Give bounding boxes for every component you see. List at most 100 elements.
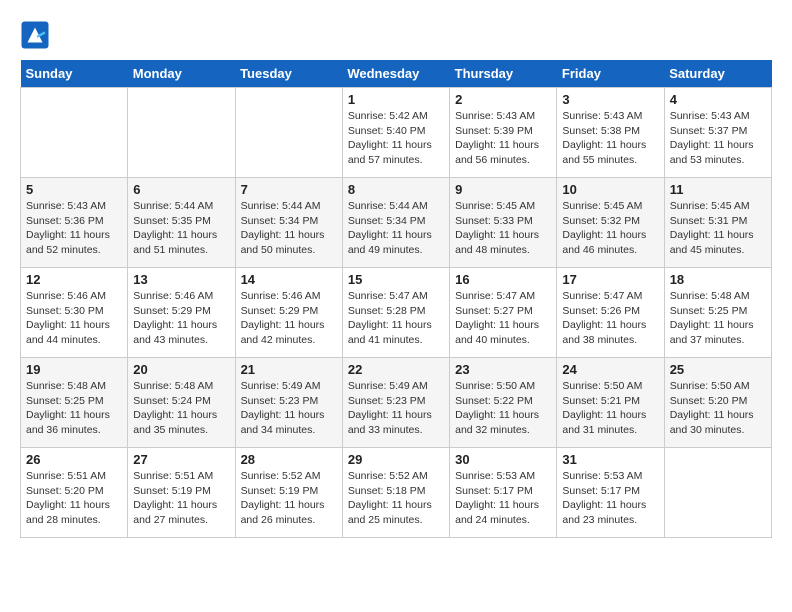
day-number: 12	[26, 272, 122, 287]
day-number: 3	[562, 92, 658, 107]
day-info: Sunrise: 5:51 AM Sunset: 5:20 PM Dayligh…	[26, 469, 122, 528]
day-info: Sunrise: 5:48 AM Sunset: 5:25 PM Dayligh…	[26, 379, 122, 438]
calendar-cell: 1 Sunrise: 5:42 AM Sunset: 5:40 PM Daylig…	[342, 88, 449, 178]
calendar-cell: 12 Sunrise: 5:46 AM Sunset: 5:30 PM Dayli…	[21, 268, 128, 358]
day-number: 6	[133, 182, 229, 197]
calendar-cell: 16 Sunrise: 5:47 AM Sunset: 5:27 PM Dayli…	[450, 268, 557, 358]
day-number: 19	[26, 362, 122, 377]
header-wednesday: Wednesday	[342, 60, 449, 88]
day-number: 7	[241, 182, 337, 197]
calendar-cell	[235, 88, 342, 178]
calendar-cell: 3Sunrise: 5:43 AM Sunset: 5:38 PM Daylig…	[557, 88, 664, 178]
day-info: Sunrise: 5:44 AM Sunset: 5:34 PM Dayligh…	[241, 199, 337, 258]
day-info: Sunrise: 5:45 AM Sunset: 5:32 PM Dayligh…	[562, 199, 658, 258]
day-info: Sunrise: 5:50 AM Sunset: 5:21 PM Dayligh…	[562, 379, 658, 438]
calendar-cell: 10 Sunrise: 5:45 AM Sunset: 5:32 PM Dayli…	[557, 178, 664, 268]
day-info: Sunrise: 5:51 AM Sunset: 5:19 PM Dayligh…	[133, 469, 229, 528]
calendar-cell	[21, 88, 128, 178]
calendar-cell: 31 Sunrise: 5:53 AM Sunset: 5:17 PM Dayli…	[557, 448, 664, 538]
day-number: 20	[133, 362, 229, 377]
day-number: 27	[133, 452, 229, 467]
calendar-week-4: 19 Sunrise: 5:48 AM Sunset: 5:25 PM Dayli…	[21, 358, 772, 448]
day-info: Sunrise: 5:45 AM Sunset: 5:31 PM Dayligh…	[670, 199, 766, 258]
day-number: 13	[133, 272, 229, 287]
day-info: Sunrise: 5:53 AM Sunset: 5:17 PM Dayligh…	[562, 469, 658, 528]
calendar-cell: 15 Sunrise: 5:47 AM Sunset: 5:28 PM Dayli…	[342, 268, 449, 358]
day-info: Sunrise: 5:48 AM Sunset: 5:24 PM Dayligh…	[133, 379, 229, 438]
header-sunday: Sunday	[21, 60, 128, 88]
calendar-cell: 13Sunrise: 5:46 AM Sunset: 5:29 PM Dayli…	[128, 268, 235, 358]
day-number: 31	[562, 452, 658, 467]
calendar-cell: 18 Sunrise: 5:48 AM Sunset: 5:25 PM Dayli…	[664, 268, 771, 358]
day-number: 23	[455, 362, 551, 377]
day-info: Sunrise: 5:50 AM Sunset: 5:22 PM Dayligh…	[455, 379, 551, 438]
calendar-cell: 25 Sunrise: 5:50 AM Sunset: 5:20 PM Dayli…	[664, 358, 771, 448]
day-info: Sunrise: 5:49 AM Sunset: 5:23 PM Dayligh…	[348, 379, 444, 438]
day-info: Sunrise: 5:53 AM Sunset: 5:17 PM Dayligh…	[455, 469, 551, 528]
day-info: Sunrise: 5:43 AM Sunset: 5:39 PM Dayligh…	[455, 109, 551, 168]
day-number: 22	[348, 362, 444, 377]
day-info: Sunrise: 5:47 AM Sunset: 5:26 PM Dayligh…	[562, 289, 658, 348]
calendar-cell	[128, 88, 235, 178]
day-number: 10	[562, 182, 658, 197]
day-number: 25	[670, 362, 766, 377]
day-info: Sunrise: 5:43 AM Sunset: 5:36 PM Dayligh…	[26, 199, 122, 258]
calendar-cell	[664, 448, 771, 538]
day-number: 21	[241, 362, 337, 377]
calendar-cell: 30 Sunrise: 5:53 AM Sunset: 5:17 PM Dayli…	[450, 448, 557, 538]
day-number: 17	[562, 272, 658, 287]
day-number: 15	[348, 272, 444, 287]
calendar-cell: 7 Sunrise: 5:44 AM Sunset: 5:34 PM Daylig…	[235, 178, 342, 268]
day-number: 30	[455, 452, 551, 467]
calendar-cell: 20 Sunrise: 5:48 AM Sunset: 5:24 PM Dayli…	[128, 358, 235, 448]
header-thursday: Thursday	[450, 60, 557, 88]
day-number: 4	[670, 92, 766, 107]
calendar-cell: 17 Sunrise: 5:47 AM Sunset: 5:26 PM Dayli…	[557, 268, 664, 358]
day-number: 28	[241, 452, 337, 467]
calendar-week-1: 1 Sunrise: 5:42 AM Sunset: 5:40 PM Daylig…	[21, 88, 772, 178]
day-number: 29	[348, 452, 444, 467]
day-info: Sunrise: 5:44 AM Sunset: 5:34 PM Dayligh…	[348, 199, 444, 258]
day-number: 24	[562, 362, 658, 377]
day-number: 9	[455, 182, 551, 197]
calendar-cell: 8Sunrise: 5:44 AM Sunset: 5:34 PM Daylig…	[342, 178, 449, 268]
day-info: Sunrise: 5:46 AM Sunset: 5:29 PM Dayligh…	[241, 289, 337, 348]
day-info: Sunrise: 5:45 AM Sunset: 5:33 PM Dayligh…	[455, 199, 551, 258]
page-header	[20, 20, 772, 50]
calendar-cell: 5Sunrise: 5:43 AM Sunset: 5:36 PM Daylig…	[21, 178, 128, 268]
calendar-cell: 27 Sunrise: 5:51 AM Sunset: 5:19 PM Dayli…	[128, 448, 235, 538]
day-number: 18	[670, 272, 766, 287]
header-monday: Monday	[128, 60, 235, 88]
calendar-cell: 23 Sunrise: 5:50 AM Sunset: 5:22 PM Dayli…	[450, 358, 557, 448]
day-info: Sunrise: 5:44 AM Sunset: 5:35 PM Dayligh…	[133, 199, 229, 258]
day-info: Sunrise: 5:47 AM Sunset: 5:27 PM Dayligh…	[455, 289, 551, 348]
day-info: Sunrise: 5:46 AM Sunset: 5:30 PM Dayligh…	[26, 289, 122, 348]
calendar-week-5: 26 Sunrise: 5:51 AM Sunset: 5:20 PM Dayli…	[21, 448, 772, 538]
header-tuesday: Tuesday	[235, 60, 342, 88]
day-number: 26	[26, 452, 122, 467]
day-info: Sunrise: 5:47 AM Sunset: 5:28 PM Dayligh…	[348, 289, 444, 348]
calendar-header-row: SundayMondayTuesdayWednesdayThursdayFrid…	[21, 60, 772, 88]
day-info: Sunrise: 5:42 AM Sunset: 5:40 PM Dayligh…	[348, 109, 444, 168]
day-number: 16	[455, 272, 551, 287]
day-info: Sunrise: 5:50 AM Sunset: 5:20 PM Dayligh…	[670, 379, 766, 438]
day-number: 2	[455, 92, 551, 107]
calendar-cell: 2 Sunrise: 5:43 AM Sunset: 5:39 PM Daylig…	[450, 88, 557, 178]
header-saturday: Saturday	[664, 60, 771, 88]
day-info: Sunrise: 5:48 AM Sunset: 5:25 PM Dayligh…	[670, 289, 766, 348]
logo	[20, 20, 54, 50]
day-info: Sunrise: 5:49 AM Sunset: 5:23 PM Dayligh…	[241, 379, 337, 438]
calendar-cell: 29 Sunrise: 5:52 AM Sunset: 5:18 PM Dayli…	[342, 448, 449, 538]
calendar-cell: 26 Sunrise: 5:51 AM Sunset: 5:20 PM Dayli…	[21, 448, 128, 538]
day-info: Sunrise: 5:43 AM Sunset: 5:37 PM Dayligh…	[670, 109, 766, 168]
calendar-cell: 9 Sunrise: 5:45 AM Sunset: 5:33 PM Daylig…	[450, 178, 557, 268]
day-number: 1	[348, 92, 444, 107]
day-info: Sunrise: 5:52 AM Sunset: 5:18 PM Dayligh…	[348, 469, 444, 528]
calendar-week-3: 12 Sunrise: 5:46 AM Sunset: 5:30 PM Dayli…	[21, 268, 772, 358]
calendar-cell: 28 Sunrise: 5:52 AM Sunset: 5:19 PM Dayli…	[235, 448, 342, 538]
day-number: 11	[670, 182, 766, 197]
logo-icon	[20, 20, 50, 50]
day-info: Sunrise: 5:52 AM Sunset: 5:19 PM Dayligh…	[241, 469, 337, 528]
header-friday: Friday	[557, 60, 664, 88]
calendar-cell: 21 Sunrise: 5:49 AM Sunset: 5:23 PM Dayli…	[235, 358, 342, 448]
